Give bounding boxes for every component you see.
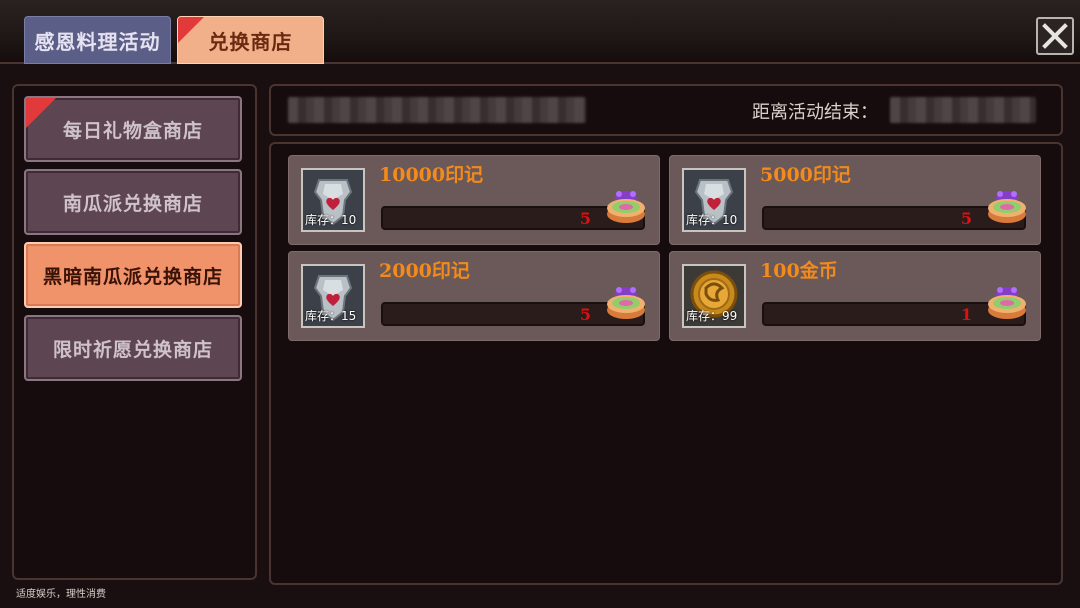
item-slot[interactable]: 库存：15 <box>301 264 365 328</box>
item-stock: 库存：99 <box>686 309 738 323</box>
sidebar-item-limited-wish-shop[interactable]: 限时祈愿兑换商店 <box>24 315 242 381</box>
item-price: 1 <box>960 305 972 324</box>
sidebar-item-label: 限时祈愿兑换商店 <box>52 338 213 361</box>
sidebar-item-label: 南瓜派兑换商店 <box>62 192 203 215</box>
item-title: 100金币 <box>760 260 838 282</box>
pumpkin-pie-currency-icon <box>607 287 645 319</box>
sidebar-item-daily-gift-shop[interactable]: 每日礼物盒商店 <box>24 96 242 162</box>
item-title: 5000印记 <box>760 164 851 186</box>
sidebar-item-dark-pumpkin-pie-shop[interactable]: 黑暗南瓜派兑换商店 <box>24 242 242 308</box>
close-button[interactable] <box>1036 17 1074 55</box>
shop-item-card[interactable]: 库存：10 10000印记 5 <box>288 155 660 245</box>
shop-sidebar: 每日礼物盒商店 南瓜派兑换商店 黑暗南瓜派兑换商店 限时祈愿兑换商店 <box>12 84 257 580</box>
item-slot[interactable]: 库存：10 <box>301 168 365 232</box>
shop-item-card[interactable]: 库存：15 2000印记 5 <box>288 251 660 341</box>
pumpkin-pie-currency-icon <box>988 191 1026 223</box>
pumpkin-pie-currency-icon <box>988 287 1026 319</box>
shop-items-panel: 库存：10 10000印记 5 库存：10 5000印记 5 库存：15 200… <box>269 142 1063 585</box>
item-stock: 库存：10 <box>305 213 357 227</box>
item-price: 5 <box>579 305 591 324</box>
sidebar-item-label: 每日礼物盒商店 <box>62 119 203 142</box>
redacted-shop-description <box>288 97 586 123</box>
redacted-countdown-value <box>890 97 1036 123</box>
new-ribbon-icon <box>178 17 204 43</box>
item-slot[interactable]: 库存：10 <box>682 168 746 232</box>
shop-item-card[interactable]: 库存：10 5000印记 5 <box>669 155 1041 245</box>
item-stock: 库存：15 <box>305 309 357 323</box>
pumpkin-pie-currency-icon <box>607 191 645 223</box>
item-stock: 库存：10 <box>686 213 738 227</box>
tab-label: 兑换商店 <box>208 29 293 54</box>
item-slot[interactable]: 库存：99 <box>682 264 746 328</box>
countdown-label: 距离活动结束： <box>752 102 878 123</box>
tab-exchange-shop[interactable]: 兑换商店 <box>177 16 324 64</box>
item-price: 5 <box>960 209 972 228</box>
tab-label: 感恩料理活动 <box>34 29 161 54</box>
sidebar-item-label: 黑暗南瓜派兑换商店 <box>42 265 223 288</box>
tab-thanksgiving-cooking[interactable]: 感恩料理活动 <box>24 16 171 64</box>
sidebar-item-pumpkin-pie-shop[interactable]: 南瓜派兑换商店 <box>24 169 242 235</box>
item-title: 10000印记 <box>379 164 484 186</box>
item-title: 2000印记 <box>379 260 470 282</box>
new-ribbon-icon <box>26 98 56 128</box>
healthy-gaming-notice: 适度娱乐，理性消费 <box>16 589 106 600</box>
item-price: 5 <box>579 209 591 228</box>
shop-item-card[interactable]: 库存：99 100金币 1 <box>669 251 1041 341</box>
close-icon <box>1042 23 1068 49</box>
